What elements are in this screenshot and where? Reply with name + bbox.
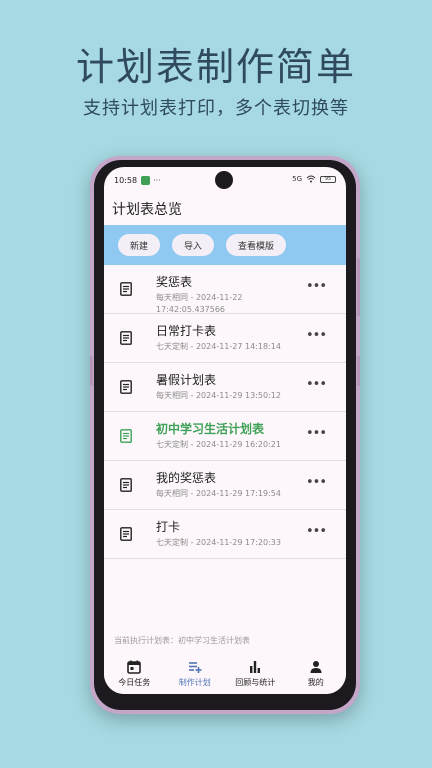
more-options-icon[interactable]: ••• [306, 279, 327, 294]
side-button-left [90, 356, 93, 386]
nav-label: 制作计划 [178, 678, 211, 687]
plan-meta: 每天相同 - 2024-11-29 17:19:54 [156, 489, 281, 498]
document-icon [120, 331, 132, 345]
plan-row[interactable]: 我的奖惩表 每天相同 - 2024-11-29 17:19:54 ••• [104, 461, 346, 510]
document-icon [120, 527, 132, 541]
app-notification-icon [141, 175, 151, 185]
volume-button [357, 258, 360, 316]
plan-title: 奖惩表 [156, 275, 193, 289]
promo-title: 计划表制作简单 [75, 45, 356, 89]
signal-icon: 5G [292, 175, 302, 183]
plan-row[interactable]: 打卡 七天定制 - 2024-11-29 17:20:33 ••• [104, 510, 346, 559]
document-icon [120, 282, 132, 296]
nav-today-tasks[interactable]: 今日任务 [104, 660, 164, 688]
more-options-icon[interactable]: ••• [306, 475, 327, 490]
nav-label: 回顾与统计 [235, 678, 276, 687]
bar-chart-icon [250, 661, 261, 673]
plan-meta: 七天定制 - 2024-11-29 17:20:33 [156, 538, 281, 547]
plan-meta: 七天定制 - 2024-11-29 16:20:21 [156, 440, 281, 449]
document-icon [120, 478, 132, 492]
status-time: 10:58 [114, 175, 138, 185]
plan-meta: 每天相同 - 2024-11-29 13:50:12 [156, 391, 281, 400]
plan-row[interactable]: 奖惩表 每天相同 - 2024-11-22 17:42:05.437566 ••… [104, 265, 346, 314]
document-icon [120, 380, 132, 394]
more-options-icon[interactable]: ••• [306, 328, 327, 343]
plan-meta: 七天定制 - 2024-11-27 14:18:14 [156, 342, 281, 351]
battery-icon: 95 [320, 175, 336, 183]
camera-notch [215, 171, 233, 189]
promo-subtitle: 支持计划表打印，多个表切换等 [83, 98, 349, 119]
more-notifications-icon: ··· [153, 175, 161, 185]
plan-title: 初中学习生活计划表 [156, 422, 265, 436]
page-title: 计划表总览 [112, 202, 182, 218]
plan-row[interactable]: 暑假计划表 每天相同 - 2024-11-29 13:50:12 ••• [104, 363, 346, 412]
plan-meta: 每天相同 - 2024-11-22 17:42:05.437566 [156, 293, 243, 314]
import-button[interactable]: 导入 [172, 234, 215, 256]
nav-profile[interactable]: 我的 [286, 660, 346, 688]
new-button[interactable]: 新建 [118, 234, 161, 256]
calendar-icon [127, 660, 142, 674]
more-options-icon[interactable]: ••• [306, 426, 327, 441]
more-options-icon[interactable]: ••• [306, 377, 327, 392]
wifi-icon [306, 175, 316, 183]
nav-label: 今日任务 [118, 678, 151, 687]
current-plan-label: 当前执行计划表：初中学习生活计划表 [114, 636, 250, 645]
plan-row-active[interactable]: 初中学习生活计划表 七天定制 - 2024-11-29 16:20:21 ••• [104, 412, 346, 461]
action-toolbar: 新建 导入 查看模版 [104, 225, 346, 265]
plan-title: 打卡 [156, 520, 181, 534]
playlist-add-icon [188, 662, 202, 673]
nav-review-stats[interactable]: 回顾与统计 [225, 660, 285, 688]
plan-title: 我的奖惩表 [156, 471, 217, 485]
nav-label: 我的 [307, 678, 324, 687]
plan-title: 日常打卡表 [156, 324, 217, 338]
document-icon [120, 429, 132, 443]
person-icon [310, 661, 322, 673]
plan-list: 奖惩表 每天相同 - 2024-11-22 17:42:05.437566 ••… [104, 265, 346, 559]
bottom-nav: 今日任务 制作计划 回顾与统计 我的 [104, 654, 346, 694]
more-options-icon[interactable]: ••• [306, 524, 327, 539]
status-indicators: 5G 95 [292, 175, 336, 183]
nav-make-plan[interactable]: 制作计划 [165, 660, 225, 688]
power-button [357, 356, 360, 386]
view-templates-button[interactable]: 查看模版 [226, 234, 287, 256]
plan-row[interactable]: 日常打卡表 七天定制 - 2024-11-27 14:18:14 ••• [104, 314, 346, 363]
plan-title: 暑假计划表 [156, 373, 217, 387]
phone-screen: 10:58 ··· 5G 95 计划表总览 新建 导入 查看模版 奖惩表 每天相… [104, 167, 346, 694]
